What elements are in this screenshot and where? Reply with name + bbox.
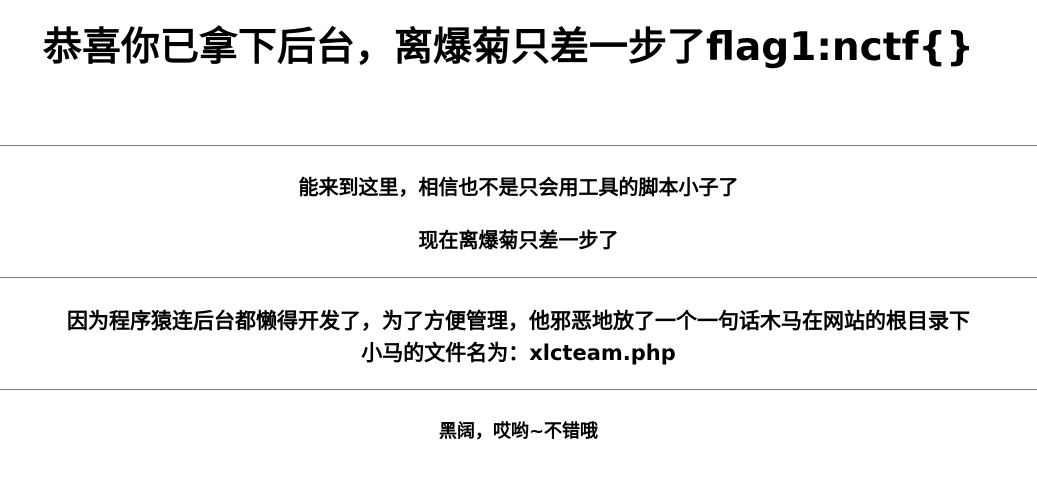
intro-text: 能来到这里，相信也不是只会用工具的脚本小子了 — [298, 175, 739, 199]
divider — [0, 277, 1037, 278]
page-title: 恭喜你已拿下后台，离爆菊只差一步了flag1:nctf{} — [43, 25, 974, 70]
closing-text: 黑阔，哎哟~不错哦 — [438, 421, 599, 442]
backdoor-filename-text: 小马的文件名为：xlcteam.php — [361, 341, 676, 365]
backdoor-explanation-text: 因为程序猿连后台都懒得开发了，为了方便管理，他邪恶地放了一个一句话木马在网站的根… — [67, 309, 970, 333]
divider — [0, 389, 1037, 390]
hint-text: 现在离爆菊只差一步了 — [418, 228, 619, 252]
divider — [0, 145, 1037, 146]
